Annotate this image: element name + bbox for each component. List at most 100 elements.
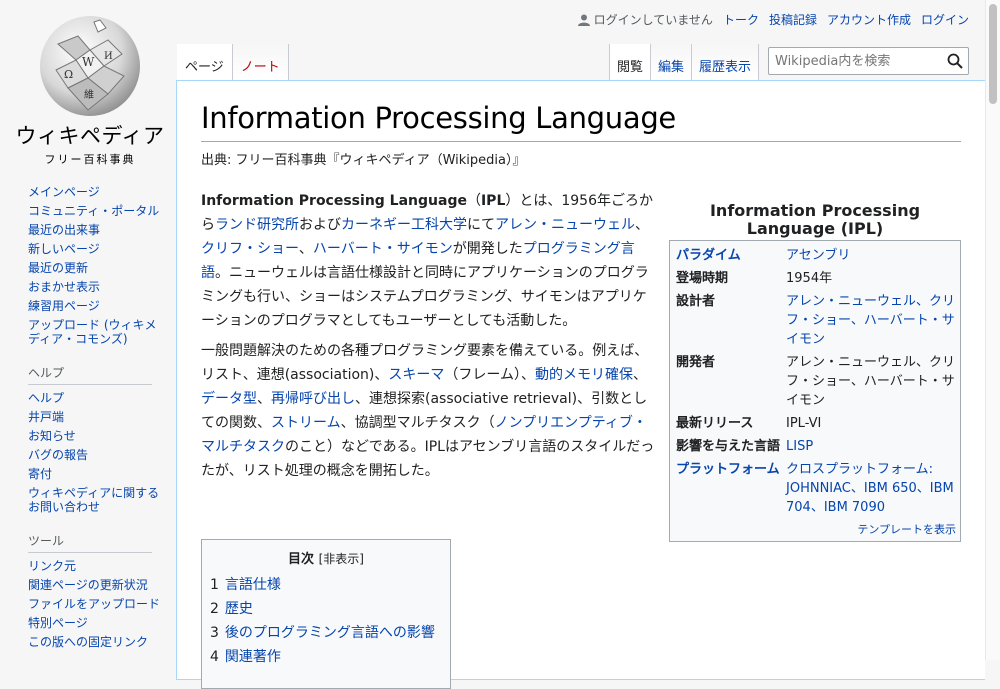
infobox-row-designer: 設計者 アレン・ニューウェル、クリフ・ショー、ハーバート・サイモン — [674, 290, 956, 351]
infobox-row-developer: 開発者 アレン・ニューウェル、クリフ・ショー、ハーバート・サイモン — [674, 351, 956, 412]
talk-link[interactable]: トーク — [723, 11, 759, 28]
sidebar-item-permanent-link[interactable]: この版への固定リンク — [28, 635, 148, 649]
search-icon[interactable] — [947, 53, 963, 69]
toc-item[interactable]: 2 歴史 — [210, 597, 442, 621]
tab-history-label[interactable]: 履歴表示 — [699, 60, 751, 75]
not-logged-in: ログインしていません — [577, 11, 713, 28]
link-rand[interactable]: ランド研究所 — [215, 217, 299, 233]
login-link[interactable]: ログイン — [921, 11, 969, 28]
tab-history[interactable]: 履歴表示 — [692, 44, 760, 80]
tab-edit-label[interactable]: 編集 — [658, 60, 684, 75]
text: および — [299, 217, 341, 233]
sidebar-item-notices[interactable]: お知らせ — [28, 429, 76, 443]
tab-page[interactable]: ページ — [177, 44, 233, 80]
toc-link[interactable]: 歴史 — [225, 601, 253, 617]
text: 、 — [298, 241, 313, 257]
scrollbar[interactable] — [985, 0, 1000, 660]
bold-abbr: IPL — [480, 193, 506, 209]
infobox-value[interactable]: アセンブリ — [786, 248, 850, 263]
tab-talk[interactable]: ノート — [232, 44, 289, 80]
toc-link[interactable]: 言語仕様 — [225, 577, 281, 593]
tab-read[interactable]: 閲覧 — [609, 44, 652, 80]
infobox-value: アレン・ニューウェル、クリフ・ショー、ハーバート・サイモン — [786, 355, 956, 408]
sidebar-item-recent-changes[interactable]: 最近の更新 — [28, 261, 88, 275]
sidebar-item-help[interactable]: ヘルプ — [28, 391, 64, 405]
wikipedia-globe-icon: W Ω И 維 — [40, 16, 140, 116]
link-shaw[interactable]: クリフ・ショー — [201, 241, 299, 257]
infobox-label[interactable]: パラダイム — [674, 246, 786, 265]
sidebar-item-random[interactable]: おまかせ表示 — [28, 280, 100, 294]
infobox-row-latest-release: 最新リリース IPL-VI — [674, 412, 956, 435]
sidebar-item-donate[interactable]: 寄付 — [28, 467, 52, 481]
infobox-label: 設計者 — [676, 294, 716, 309]
toc-item[interactable]: 3 後のプログラミング言語への影響 — [210, 621, 442, 645]
infobox: Information Processing Language (IPL) パラ… — [669, 202, 961, 542]
view-template-link[interactable]: テンプレートを表示 — [857, 523, 956, 536]
site-subtitle: 出典: フリー百科事典『ウィキペディア（Wikipedia）』 — [201, 153, 526, 168]
infobox-value: 1954年 — [786, 271, 833, 286]
link-carnegie[interactable]: カーネギー工科大学 — [341, 217, 467, 233]
text: 、 — [257, 391, 271, 407]
sidebar-item-community-portal[interactable]: コミュニティ・ポータル — [28, 204, 159, 218]
tab-talk-label[interactable]: ノート — [241, 60, 280, 75]
toc-number: 4 — [210, 649, 219, 665]
create-account-link[interactable]: アカウント作成 — [827, 11, 911, 28]
sidebar-item-upload-file[interactable]: ファイルをアップロード — [28, 597, 160, 611]
toc-item[interactable]: 4 関連著作 — [210, 645, 442, 669]
infobox-table: パラダイム アセンブリ 登場時期 1954年 設計者 アレン・ニューウェル、クリ… — [669, 240, 961, 542]
toc-toggle-label: [非表示] — [318, 552, 364, 566]
sidebar-item-upload-commons[interactable]: アップロード (ウィキメディア・コモンズ) — [28, 318, 157, 346]
sidebar-item-sandbox[interactable]: 練習用ページ — [28, 299, 100, 313]
sidebar-item-current-events[interactable]: 最近の出来事 — [28, 223, 100, 237]
view-tabs: 閲覧 編集 履歴表示 — [609, 44, 760, 80]
link-stream[interactable]: ストリーム — [271, 415, 341, 431]
infobox-value[interactable]: LISP — [786, 439, 813, 454]
infobox-value-platforms[interactable]: JOHNNIAC、IBM 650、IBM 704、IBM 7090 — [786, 481, 954, 515]
sidebar-item-new-pages[interactable]: 新しいページ — [28, 242, 100, 256]
toc-link[interactable]: 関連著作 — [225, 649, 281, 665]
text: 、協調型マルチタスク（ — [340, 415, 495, 431]
sidebar-item-special-pages[interactable]: 特別ページ — [28, 616, 88, 630]
sidebar-item-bug-report[interactable]: バグの報告 — [28, 448, 88, 462]
search-input[interactable] — [769, 48, 939, 74]
toc-list: 1 言語仕様 2 歴史 3 後のプログラミング言語への影響 4 関連著作 — [210, 573, 442, 669]
scrollbar-thumb[interactable] — [989, 4, 997, 104]
svg-text:W: W — [82, 55, 95, 69]
toc-link[interactable]: 後のプログラミング言語への影響 — [225, 625, 435, 641]
sidebar-navigation: メインページ コミュニティ・ポータル 最近の出来事 新しいページ 最近の更新 お… — [28, 185, 168, 346]
sidebar-item-main-page[interactable]: メインページ — [28, 185, 100, 199]
infobox-label: 登場時期 — [676, 271, 729, 286]
infobox-value[interactable]: クロスプラットフォーム: — [786, 462, 933, 477]
svg-text:Ω: Ω — [64, 68, 73, 81]
contributions-link[interactable]: 投稿記録 — [769, 11, 817, 28]
text: （フレーム）、 — [444, 367, 535, 383]
toc-item[interactable]: 1 言語仕様 — [210, 573, 442, 597]
link-simon[interactable]: ハーバート・サイモン — [313, 241, 453, 257]
infobox-title: Information Processing Language (IPL) — [709, 201, 921, 238]
sidebar-item-contact[interactable]: ウィキペディアに関するお問い合わせ — [28, 486, 159, 514]
tab-edit[interactable]: 編集 — [651, 44, 693, 80]
sidebar-item-what-links-here[interactable]: リンク元 — [28, 559, 76, 573]
text: にて — [467, 217, 495, 233]
link-newell[interactable]: アレン・ニューウェル — [495, 217, 635, 233]
link-data-type[interactable]: データ型 — [201, 391, 257, 407]
link-schema[interactable]: スキーマ — [388, 367, 444, 383]
infobox-value[interactable]: アレン・ニューウェル、クリフ・ショー、ハーバート・サイモン — [786, 294, 955, 347]
sidebar-item-village-pump[interactable]: 井戸端 — [28, 410, 64, 424]
namespace-tabs: ページ ノート — [177, 44, 289, 80]
sidebar-item-related-changes[interactable]: 関連ページの更新状況 — [28, 578, 148, 592]
toc-number: 3 — [210, 625, 219, 641]
wikipedia-logo[interactable]: W Ω И 維 ウィキペディア フリー百科事典 — [12, 8, 168, 166]
link-recursion[interactable]: 再帰呼び出し — [271, 391, 355, 407]
page-title: Information Processing Language — [201, 101, 961, 142]
text: 。ニューウェルは言語仕様設計と同時にアプリケーションのプログラミングも行い、ショ… — [201, 265, 649, 329]
infobox-row-influenced: 影響を与えた言語 LISP — [674, 435, 956, 458]
toc-toggle[interactable]: [非表示] — [319, 552, 364, 566]
link-dynamic-memory[interactable]: 動的メモリ確保 — [535, 367, 633, 383]
infobox-label[interactable]: プラットフォーム — [674, 460, 786, 517]
personal-tools: ログインしていません トーク 投稿記録 アカウント作成 ログイン — [577, 11, 969, 28]
sidebar-heading-help: ヘルプ — [28, 364, 152, 385]
infobox-row-platform: プラットフォーム クロスプラットフォーム: JOHNNIAC、IBM 650、I… — [674, 458, 956, 519]
infobox-label: 影響を与えた言語 — [676, 439, 781, 454]
sidebar: メインページ コミュニティ・ポータル 最近の出来事 新しいページ 最近の更新 お… — [28, 185, 168, 654]
